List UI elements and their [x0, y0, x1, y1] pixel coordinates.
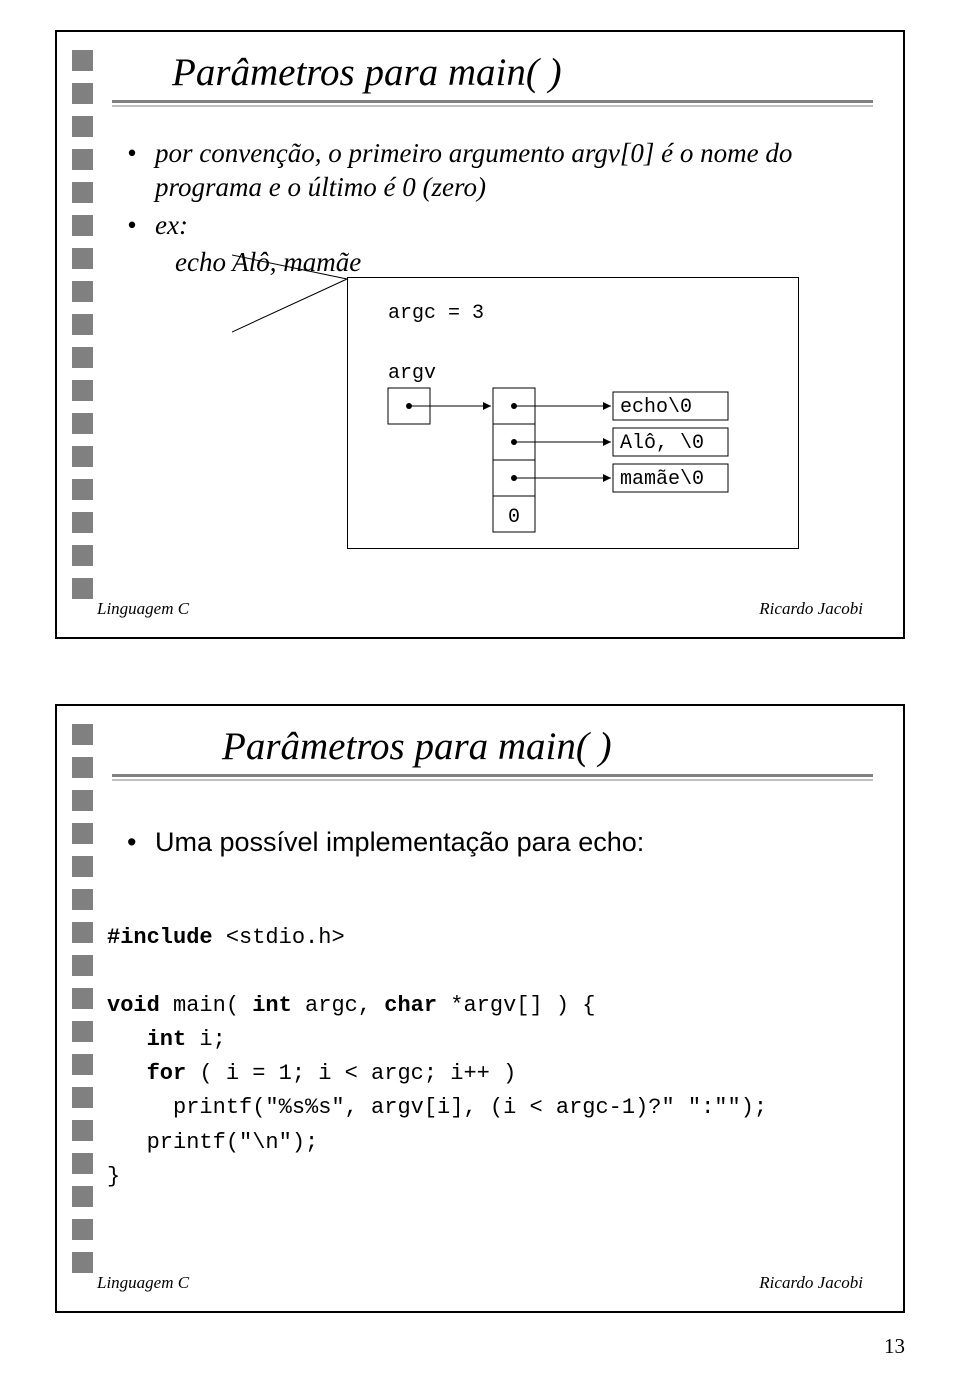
decor-square	[72, 1219, 93, 1240]
arrow-head-icon	[483, 402, 491, 410]
arrow-head-icon	[603, 402, 611, 410]
code-text: ( i = 1; i < argc; i++ )	[186, 1061, 516, 1086]
bullet-item: echo Alô, mamãe	[127, 246, 863, 280]
decor-square	[72, 856, 93, 877]
slide-body: • por convenção, o primeiro argumento ar…	[127, 137, 863, 284]
decor-column	[72, 50, 93, 599]
code-text	[107, 1027, 147, 1052]
decor-square	[72, 347, 93, 368]
slide-footer: Linguagem C Ricardo Jacobi	[97, 1273, 863, 1293]
slide-2: Parâmetros para main( ) • Uma possível i…	[55, 704, 905, 1313]
decor-square	[72, 1087, 93, 1108]
footer-left: Linguagem C	[97, 599, 189, 619]
string-text-2: mamãe\0	[620, 468, 704, 491]
decor-square	[72, 314, 93, 335]
kw-for: for	[147, 1061, 187, 1086]
code-text: <stdio.h>	[213, 925, 345, 950]
kw-include: #include	[107, 925, 213, 950]
decor-square	[72, 1252, 93, 1273]
decor-square	[72, 545, 93, 566]
decor-square	[72, 182, 93, 203]
footer-right: Ricardo Jacobi	[759, 599, 863, 619]
decor-square	[72, 149, 93, 170]
decor-square	[72, 988, 93, 1009]
decor-square	[72, 83, 93, 104]
code-text: }	[107, 1164, 120, 1189]
decor-square	[72, 1153, 93, 1174]
bullet-dot: •	[127, 826, 145, 860]
bullet-item: • ex:	[127, 209, 863, 243]
decor-square	[72, 1021, 93, 1042]
decor-square	[72, 922, 93, 943]
bullet-dot: •	[127, 137, 145, 205]
slide-1: Parâmetros para main( ) • por convenção,…	[55, 30, 905, 639]
footer-right: Ricardo Jacobi	[759, 1273, 863, 1293]
bullet-dot: •	[127, 209, 145, 243]
code-text: i;	[186, 1027, 226, 1052]
arrow-head-icon	[603, 474, 611, 482]
page-number: 13	[884, 1334, 905, 1359]
bullet-text: por convenção, o primeiro argumento argv…	[155, 137, 863, 205]
code-block: #include <stdio.h> void main( int argc, …	[107, 921, 767, 1194]
decor-square	[72, 446, 93, 467]
decor-square	[72, 512, 93, 533]
title-underline	[112, 100, 873, 110]
string-text-0: echo\0	[620, 396, 692, 419]
slide-1-inner: Parâmetros para main( ) • por convenção,…	[57, 32, 903, 637]
decor-square	[72, 955, 93, 976]
decor-square	[72, 248, 93, 269]
argc-label: argc = 3	[388, 302, 484, 325]
bullet-text: echo Alô, mamãe	[155, 246, 863, 280]
decor-square	[72, 757, 93, 778]
kw-char: char	[384, 993, 437, 1018]
bullet-text: ex:	[155, 209, 863, 243]
kw-int: int	[252, 993, 292, 1018]
decor-column	[72, 724, 93, 1273]
decor-square	[72, 1054, 93, 1075]
decor-square	[72, 724, 93, 745]
decor-square	[72, 578, 93, 599]
slide-body: • Uma possível implementação para echo:	[127, 826, 863, 864]
slide-title: Parâmetros para main( )	[172, 51, 562, 94]
bullet-item: • por convenção, o primeiro argumento ar…	[127, 137, 863, 205]
code-text: main(	[160, 993, 252, 1018]
code-text	[107, 1061, 147, 1086]
arrow-head-icon	[603, 438, 611, 446]
decor-square	[72, 1120, 93, 1141]
argv-label: argv	[388, 362, 436, 385]
decor-square	[72, 790, 93, 811]
decor-square	[72, 281, 93, 302]
page: Parâmetros para main( ) • por convenção,…	[0, 0, 960, 1377]
decor-square	[72, 889, 93, 910]
title-underline	[112, 774, 873, 784]
code-text: argc,	[292, 993, 384, 1018]
decor-square	[72, 215, 93, 236]
argv-diagram: argc = 3 argv	[347, 277, 799, 549]
null-label: 0	[508, 506, 520, 529]
bullet-spacer	[127, 246, 145, 280]
decor-square	[72, 1186, 93, 1207]
argv-diagram-svg: argc = 3 argv	[348, 278, 798, 548]
bullet-text: Uma possível implementação para echo:	[155, 826, 863, 860]
slide-title: Parâmetros para main( )	[222, 725, 612, 768]
code-text: printf("%s%s", argv[i], (i < argc-1)?" "…	[107, 1095, 767, 1120]
decor-square	[72, 116, 93, 137]
decor-square	[72, 479, 93, 500]
slide-2-inner: Parâmetros para main( ) • Uma possível i…	[57, 706, 903, 1311]
decor-square	[72, 413, 93, 434]
kw-void: void	[107, 993, 160, 1018]
bullet-item: • Uma possível implementação para echo:	[127, 826, 863, 860]
kw-int: int	[147, 1027, 187, 1052]
code-text: printf("\n");	[107, 1130, 318, 1155]
string-text-1: Alô, \0	[620, 432, 704, 455]
footer-left: Linguagem C	[97, 1273, 189, 1293]
decor-square	[72, 380, 93, 401]
slide-title-wrap: Parâmetros para main( )	[172, 50, 562, 95]
decor-square	[72, 823, 93, 844]
slide-title-wrap: Parâmetros para main( )	[222, 724, 612, 769]
code-text: *argv[] ) {	[437, 993, 595, 1018]
decor-square	[72, 50, 93, 71]
slide-footer: Linguagem C Ricardo Jacobi	[97, 599, 863, 619]
